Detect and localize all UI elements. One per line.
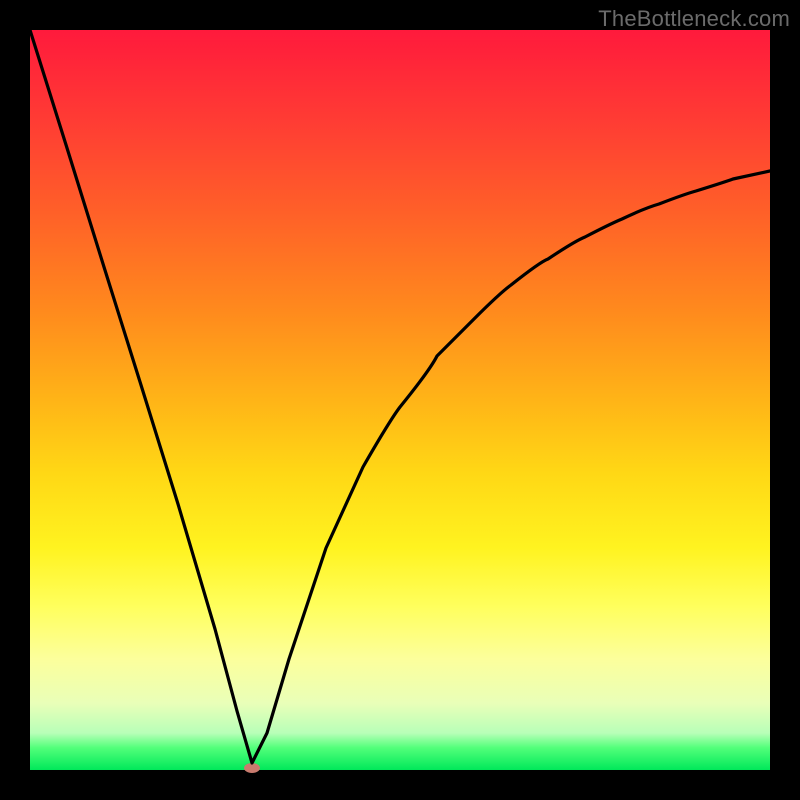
curve-path [30, 30, 770, 763]
chart-plot-area [30, 30, 770, 770]
watermark-text: TheBottleneck.com [598, 6, 790, 32]
bottleneck-curve [30, 30, 770, 770]
